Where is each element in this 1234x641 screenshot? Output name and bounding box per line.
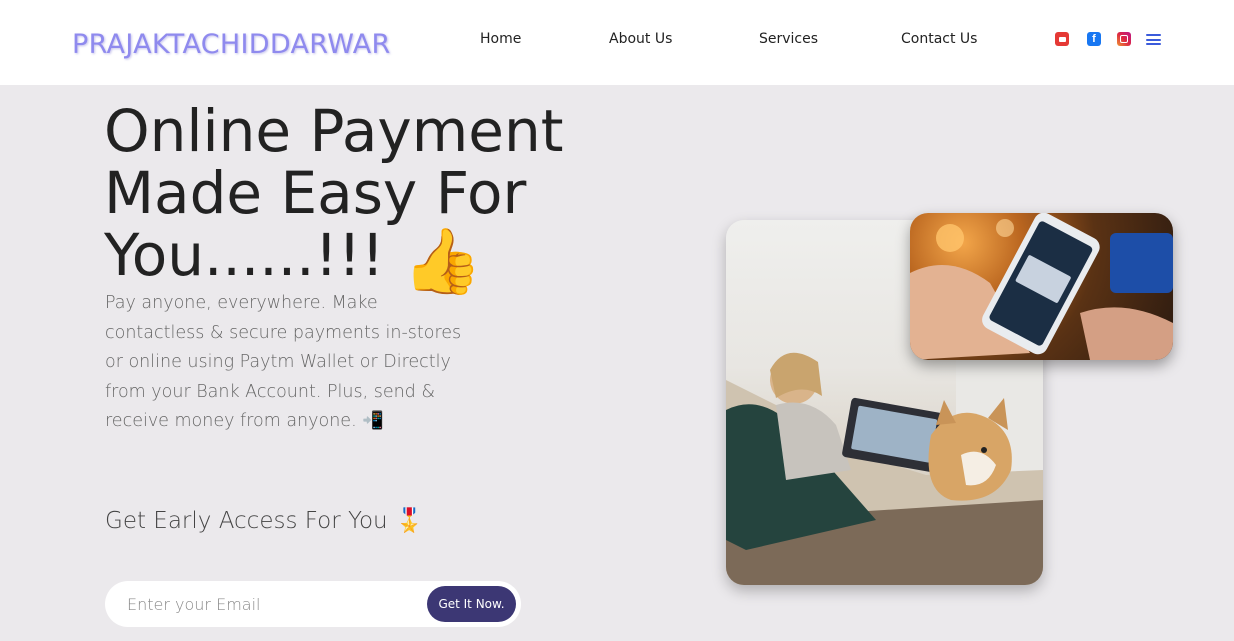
navbar: PRAJAKTACHIDDARWAR Home About Us Service… — [0, 0, 1234, 85]
nav-about-us[interactable]: About Us — [609, 31, 672, 47]
instagram-icon[interactable] — [1117, 32, 1131, 46]
early-access-heading: Get Early Access For You 🎖️ — [105, 507, 424, 534]
hero-photo-phone-payment — [910, 213, 1173, 360]
nav-home[interactable]: Home — [480, 31, 521, 47]
hero-title-line-2: Made Easy For — [104, 159, 527, 227]
medal-icon: 🎖️ — [394, 508, 424, 534]
menu-icon[interactable] — [1146, 34, 1161, 45]
early-access-text: Get Early Access For You — [105, 508, 388, 534]
youtube-icon[interactable] — [1055, 32, 1069, 46]
facebook-icon[interactable]: f — [1087, 32, 1101, 46]
thumbs-up-icon: 👍 — [402, 225, 483, 299]
get-it-now-button[interactable]: Get It Now. — [427, 586, 516, 622]
hero-description-text: Pay anyone, everywhere. Make contactless… — [105, 293, 462, 431]
hero-description: Pay anyone, everywhere. Make contactless… — [105, 289, 475, 437]
email-signup-form: Get It Now. — [105, 581, 521, 627]
hero-title-line-1: Online Payment — [104, 97, 564, 165]
phone-in-hand-illustration — [910, 213, 1173, 360]
mobile-payment-icon: 📲 — [362, 411, 385, 431]
nav-contact-us[interactable]: Contact Us — [901, 31, 977, 47]
nav-services[interactable]: Services — [759, 31, 818, 47]
hero-title-line-3: You......!!! — [104, 221, 385, 289]
email-input[interactable] — [127, 593, 417, 615]
hero-title: Online Payment Made Easy For You......!!… — [104, 97, 664, 299]
brand-logo[interactable]: PRAJAKTACHIDDARWAR — [72, 29, 391, 60]
